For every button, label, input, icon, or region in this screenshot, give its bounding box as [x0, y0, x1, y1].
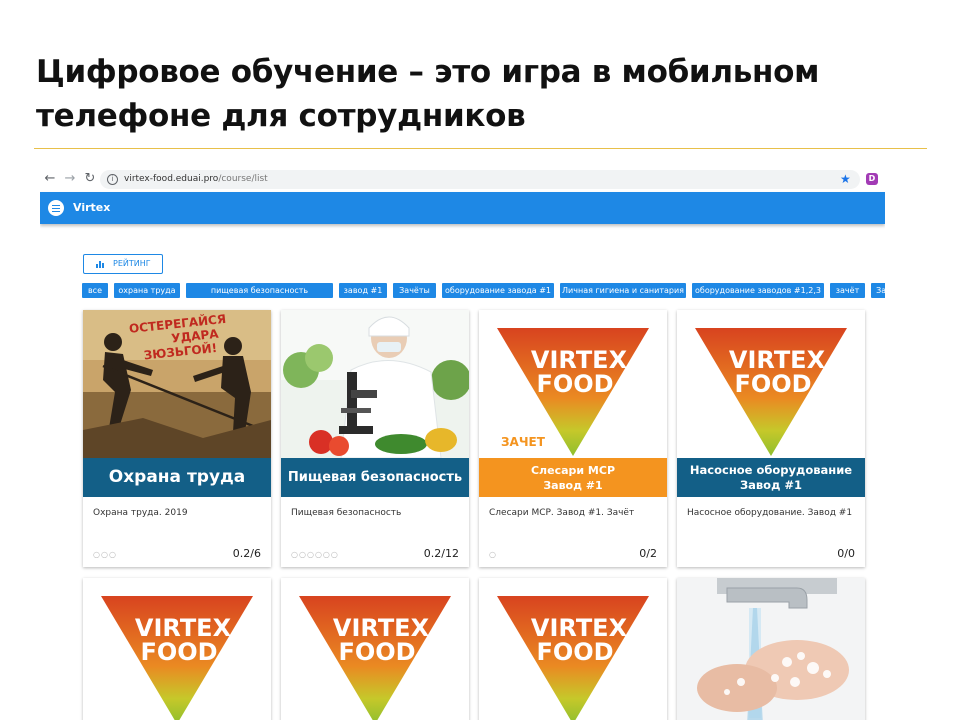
filter-chip[interactable]: Личная гигиена и санитария [560, 283, 686, 298]
filter-chip[interactable]: охрана труда [114, 283, 180, 298]
virtex-logo: VIRTEX FOOD ® [479, 578, 667, 720]
bar-chart-icon [96, 261, 104, 268]
arrow-left-icon[interactable]: ← [42, 171, 58, 187]
card-banner-line2: Завод #1 [739, 477, 803, 492]
info-icon[interactable]: i [107, 174, 118, 185]
virtex-logo: VIRTEX FOOD ® ЗАЧЕТ [479, 310, 667, 458]
course-card[interactable]: VIRTEX FOOD ® [83, 578, 271, 720]
course-card[interactable]: VIRTEX FOOD ® [479, 578, 667, 720]
logo-reg: ® [616, 650, 626, 661]
poster-image: ОСТЕРЕГАЙСЯ УДАРА ЗЮЗЬГОЙ! [83, 310, 271, 458]
menu-icon[interactable] [48, 200, 64, 216]
card-score: 0.2/6 [232, 547, 261, 560]
logo-reg: ® [418, 650, 428, 661]
extension-icon[interactable]: D [866, 173, 878, 185]
title-divider [34, 148, 927, 149]
progress-dots: ○○○ [93, 550, 117, 559]
logo-word2: FOOD [338, 638, 415, 666]
app-title: Virtex [73, 201, 111, 214]
test-badge: ЗАЧЕТ [501, 435, 546, 449]
browser-toolbar: ← → ↻ i virtex-food.eduai.pro/course/lis… [40, 168, 885, 192]
virtex-logo: VIRTEX FOOD ® [83, 578, 271, 720]
filter-chip[interactable]: все [82, 283, 108, 298]
progress-dots: ○○○○○○ [291, 550, 339, 559]
rating-button[interactable]: РЕЙТИНГ [83, 254, 163, 274]
course-card-labor-safety[interactable]: ОСТЕРЕГАЙСЯ УДАРА ЗЮЗЬГОЙ! Охрана труда … [83, 310, 271, 567]
virtex-logo: VIRTEX FOOD ® [281, 578, 469, 720]
logo-reg: ® [616, 382, 626, 393]
logo-word2: FOOD [734, 370, 811, 398]
progress-dots: ○ [489, 550, 497, 559]
slide-title-line1: Цифровое обучение – это игра в мобильном [36, 54, 820, 90]
card-description: Охрана труда. 2019 [93, 508, 188, 518]
star-icon[interactable]: ★ [840, 171, 851, 187]
filter-chip[interactable]: Зачёты [393, 283, 436, 298]
rating-label: РЕЙТИНГ [113, 259, 151, 268]
logo-word2: FOOD [140, 638, 217, 666]
course-card-mechanics[interactable]: VIRTEX FOOD ® ЗАЧЕТ Слесари МСР Завод #1… [479, 310, 667, 567]
logo-reg: ® [814, 382, 824, 393]
filter-chip[interactable]: зачёт [830, 283, 865, 298]
address-bar[interactable]: i virtex-food.eduai.pro/course/list ★ [100, 170, 860, 189]
card-banner: Слесари МСР Завод #1 [479, 458, 667, 497]
url-host: virtex-food.eduai.pro [124, 174, 219, 184]
arrow-right-icon[interactable]: → [62, 171, 78, 187]
app-bar: Virtex [40, 192, 885, 224]
card-score: 0/0 [837, 547, 855, 560]
card-banner-line1: Слесари МСР [530, 463, 616, 477]
reload-icon[interactable]: ↻ [82, 171, 98, 187]
card-score: 0/2 [639, 547, 657, 560]
course-card-pumps[interactable]: VIRTEX FOOD ® Насосное оборудование Заво… [677, 310, 865, 567]
card-banner: Пищевая безопасность [281, 458, 469, 497]
logo-word2: FOOD [536, 370, 613, 398]
logo-word2: FOOD [536, 638, 613, 666]
filter-chip[interactable]: завод #1 [339, 283, 387, 298]
url-text: virtex-food.eduai.pro/course/list [124, 173, 268, 186]
course-card-hygiene[interactable] [677, 578, 865, 720]
virtex-logo: VIRTEX FOOD ® [677, 310, 865, 458]
lab-photo [281, 310, 469, 458]
card-banner-line2: Завод #1 [543, 478, 603, 492]
filter-chip[interactable]: Зачёты [871, 283, 885, 298]
url-path: /course/list [218, 174, 268, 184]
card-banner: Охрана труда [83, 458, 271, 497]
card-description: Насосное оборудование. Завод #1 [687, 508, 853, 518]
card-description: Слесари МСР. Завод #1. Зачёт [489, 508, 635, 518]
logo-reg: ® [220, 650, 230, 661]
slide-title-line2: телефоне для сотрудников [36, 98, 526, 134]
course-card[interactable]: VIRTEX FOOD ® [281, 578, 469, 720]
card-banner: Насосное оборудование Завод #1 [677, 458, 865, 497]
filter-chip[interactable]: пищевая безопасность [186, 283, 333, 298]
card-banner-line1: Насосное оборудование [689, 462, 853, 477]
browser-screenshot: ← → ↻ i virtex-food.eduai.pro/course/lis… [40, 168, 885, 720]
card-description: Пищевая безопасность [291, 508, 402, 518]
handwash-photo [677, 578, 865, 720]
slide-title: Цифровое обучение – это игра в мобильном… [36, 50, 916, 138]
course-card-food-safety[interactable]: Пищевая безопасность Пищевая безопасност… [281, 310, 469, 567]
filter-chip[interactable]: оборудование заводов #1,2,3 [692, 283, 824, 298]
card-score: 0.2/12 [423, 547, 459, 560]
filter-chip[interactable]: оборудование завода #1 [442, 283, 554, 298]
